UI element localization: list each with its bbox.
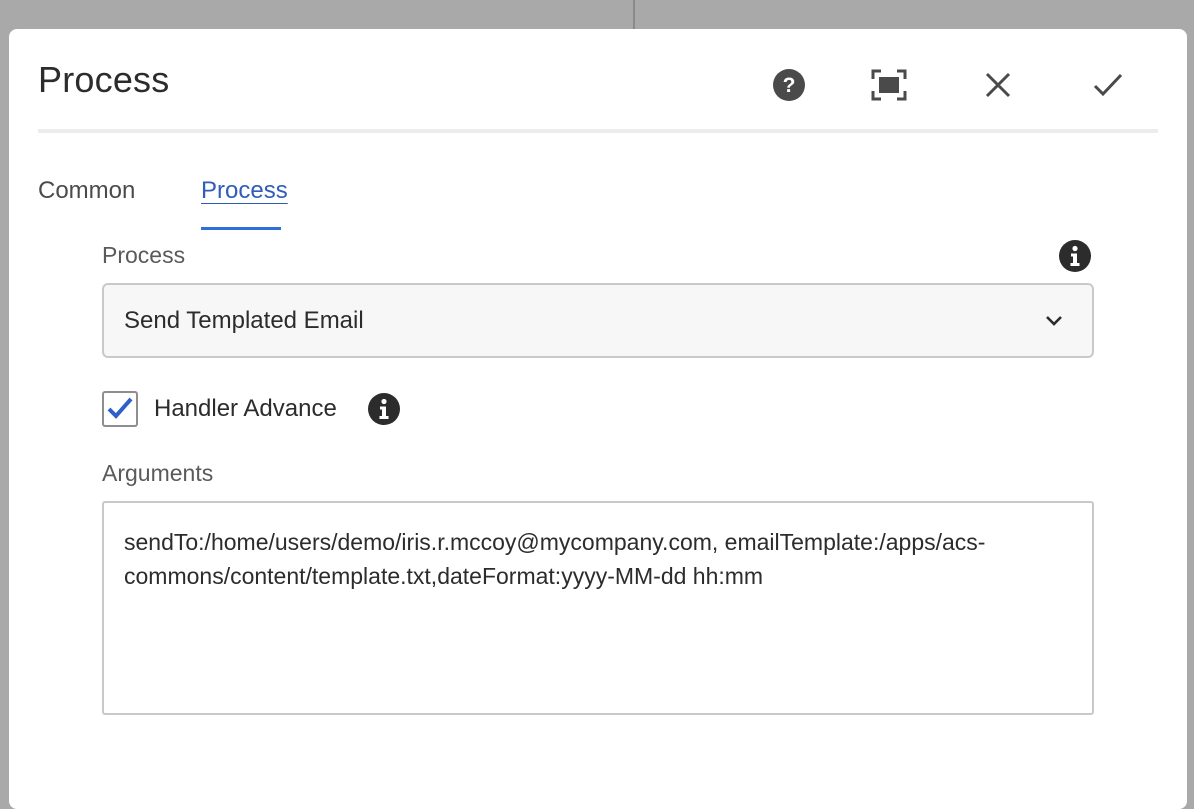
process-select-value: Send Templated Email <box>124 307 364 334</box>
checkmark-icon <box>107 397 133 419</box>
help-button[interactable]: ? <box>769 65 809 105</box>
tab-common[interactable]: Common <box>38 177 135 205</box>
close-button[interactable] <box>978 65 1018 105</box>
help-icon: ? <box>773 69 805 101</box>
info-icon[interactable] <box>367 392 401 426</box>
svg-text:?: ? <box>783 74 796 97</box>
tab-process[interactable]: Process <box>201 177 288 205</box>
dialog-title: Process <box>38 59 170 100</box>
fullscreen-button[interactable] <box>869 65 909 105</box>
process-field-label: Process <box>102 242 186 268</box>
dialog-header: Process ? <box>38 29 1158 133</box>
confirm-button[interactable] <box>1088 65 1128 105</box>
arguments-textarea[interactable]: sendTo:/home/users/demo/iris.r.mccoy@myc… <box>102 501 1094 715</box>
checkmark-icon <box>1093 73 1123 97</box>
chevron-down-icon <box>1046 316 1062 326</box>
handler-advance-checkbox[interactable] <box>102 391 138 427</box>
tab-selected-indicator <box>201 227 281 230</box>
close-icon <box>985 72 1011 98</box>
process-select[interactable]: Send Templated Email <box>102 283 1094 358</box>
handler-advance-label[interactable]: Handler Advance <box>154 395 337 423</box>
arguments-field-label: Arguments <box>102 460 214 486</box>
info-icon[interactable] <box>1058 239 1092 273</box>
fullscreen-icon <box>871 69 907 101</box>
process-dialog: Process ? Common Process Process Send Te… <box>9 29 1187 809</box>
backdrop-divider <box>633 0 635 30</box>
